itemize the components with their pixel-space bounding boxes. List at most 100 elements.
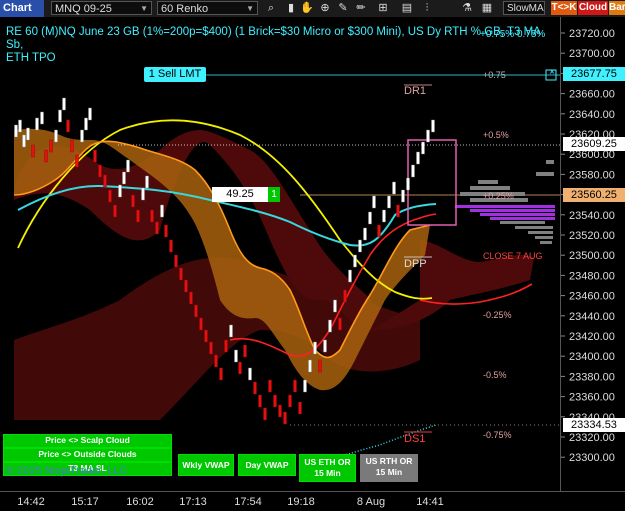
- renko-brick-up: [122, 171, 126, 185]
- price-tick-label: 23400.00: [569, 351, 615, 363]
- time-axis[interactable]: 14:42 15:17 16:02 17:13 17:54 19:18 8 Aug 14:41: [0, 491, 625, 511]
- properties-icon[interactable]: ⫶: [420, 1, 434, 15]
- renko-brick-up: [372, 195, 376, 209]
- price-chart[interactable]: RE 60 (M)NQ June 23 GB (1%=200p=$400) (1…: [0, 17, 560, 491]
- position-pnl[interactable]: 49.25: [212, 187, 268, 202]
- strategy-icon[interactable]: ⚗: [460, 1, 474, 15]
- renko-brick-down: [219, 367, 223, 381]
- renko-brick-up: [54, 129, 58, 143]
- sell-limit-order-label[interactable]: 1 Sell LMT: [144, 67, 206, 82]
- chart-canvas[interactable]: [0, 17, 560, 491]
- renko-brick-down: [273, 394, 277, 408]
- renko-brick-up: [80, 129, 84, 143]
- time-tick-label: 17:54: [234, 496, 262, 508]
- price-axis[interactable]: 23720.0023700.0023680.0023660.0023640.00…: [560, 17, 625, 491]
- time-tick-label: 8 Aug: [357, 496, 385, 508]
- renko-brick-down: [194, 304, 198, 318]
- position-quantity[interactable]: 1: [268, 187, 280, 202]
- renko-brick-down: [98, 164, 102, 178]
- day-vwap-button[interactable]: Day VWAP: [238, 454, 296, 476]
- tk-button[interactable]: T<>K: [551, 1, 577, 15]
- renko-brick-up: [145, 175, 149, 189]
- renko-brick-down: [75, 154, 79, 168]
- renko-brick-down: [209, 341, 213, 355]
- chart-toolbar: Chart MNQ 09-25 ▼ 60 Renko ▼ ⌕ ▮ ✋ ⊕ ✎ ✏ ⊞…: [0, 0, 625, 18]
- us-rth-or-button[interactable]: US RTH OR 15 Min: [360, 454, 418, 482]
- chevron-down-icon: ▼: [246, 4, 254, 13]
- renko-brick-down: [70, 139, 74, 153]
- renko-brick-up: [368, 211, 372, 225]
- renko-brick-up: [22, 134, 26, 148]
- weekly-vwap-button[interactable]: Wkly VWAP: [178, 454, 234, 476]
- bar-type-selector[interactable]: 60 Renko ▼: [157, 1, 258, 15]
- hand-icon[interactable]: ✋: [300, 1, 314, 15]
- renko-brick-down: [258, 394, 262, 408]
- dr1-label: DR1: [404, 85, 427, 97]
- low-price-label: 23334.53: [563, 418, 625, 432]
- renko-brick-down: [243, 344, 247, 358]
- renko-brick-up: [363, 227, 367, 241]
- bar-type-value: 60 Renko: [161, 3, 209, 15]
- close-icon[interactable]: ×: [547, 68, 557, 80]
- renko-brick-down: [169, 239, 173, 253]
- position-price-label: 23560.25: [563, 188, 625, 202]
- scalp-cloud-button[interactable]: Price <> Scalp Cloud: [3, 434, 172, 448]
- renko-brick-up: [348, 269, 352, 283]
- renko-brick-up: [411, 164, 415, 178]
- renko-brick-up: [392, 181, 396, 195]
- renko-brick-up: [160, 204, 164, 218]
- renko-brick-up: [234, 349, 238, 363]
- bars-icon[interactable]: ▮: [284, 1, 298, 15]
- renko-brick-down: [288, 394, 292, 408]
- time-tick-label: 15:17: [71, 496, 99, 508]
- instrument-selector[interactable]: MNQ 09-25 ▼: [51, 1, 152, 15]
- renko-brick-up: [308, 359, 312, 373]
- us-eth-or-button[interactable]: US ETH OR 15 Min: [299, 454, 356, 482]
- renko-brick-up: [323, 339, 327, 353]
- renko-brick-down: [103, 174, 107, 188]
- renko-brick-down: [93, 149, 97, 163]
- renko-brick-up: [416, 151, 420, 165]
- chart-style-icon[interactable]: ▦: [480, 1, 494, 15]
- renko-brick-down: [189, 291, 193, 305]
- renko-brick-up: [88, 107, 92, 121]
- price-tick-label: 23420.00: [569, 331, 615, 343]
- chart-description-line2: ETH TPO: [6, 52, 56, 64]
- cloud-button[interactable]: Cloud: [578, 1, 608, 15]
- renko-brick-down: [377, 224, 381, 238]
- renko-brick-down: [31, 144, 35, 158]
- renko-brick-down: [66, 119, 70, 133]
- copyright-text: © 2025 NinjaTrader, LLC: [6, 465, 128, 477]
- renko-brick-down: [224, 339, 228, 353]
- renko-brick-down: [396, 204, 400, 218]
- renko-brick-down: [268, 379, 272, 393]
- renko-brick-down: [238, 361, 242, 375]
- renko-brick-down: [179, 267, 183, 281]
- indicator-selector[interactable]: SlowMA: [503, 1, 545, 15]
- renko-brick-down: [214, 354, 218, 368]
- renko-brick-down: [174, 254, 178, 268]
- renko-brick-up: [126, 159, 130, 173]
- pencil-icon[interactable]: ✎: [336, 1, 350, 15]
- chart-description-line1: RE 60 (M)NQ June 23 GB (1%=200p=$400) (1…: [6, 26, 541, 51]
- renko-brick-up: [14, 124, 18, 138]
- renko-brick-down: [49, 139, 53, 153]
- outside-clouds-button[interactable]: Price <> Outside Clouds: [3, 448, 172, 462]
- renko-brick-up: [426, 129, 430, 143]
- zoom-icon[interactable]: ⊕: [318, 1, 332, 15]
- data-box-icon[interactable]: ▤: [400, 1, 414, 15]
- pencil-icon[interactable]: ✏: [354, 1, 368, 15]
- ruler-icon[interactable]: ⊞: [376, 1, 390, 15]
- price-tick-label: 23360.00: [569, 392, 615, 404]
- renko-brick-up: [141, 187, 145, 201]
- renko-brick-up: [58, 109, 62, 123]
- renko-brick-down: [318, 359, 322, 373]
- time-tick-label: 19:18: [287, 496, 315, 508]
- price-tick-label: 23520.00: [569, 230, 615, 242]
- price-tick-label: 23720.00: [569, 28, 615, 40]
- bar-button[interactable]: Bar: [609, 1, 625, 15]
- renko-brick-down: [136, 209, 140, 223]
- price-tick-label: 23600.00: [569, 149, 615, 161]
- magnifier-icon[interactable]: ⌕: [264, 1, 278, 15]
- close-aug-label: CLOSE 7 AUG: [483, 251, 543, 261]
